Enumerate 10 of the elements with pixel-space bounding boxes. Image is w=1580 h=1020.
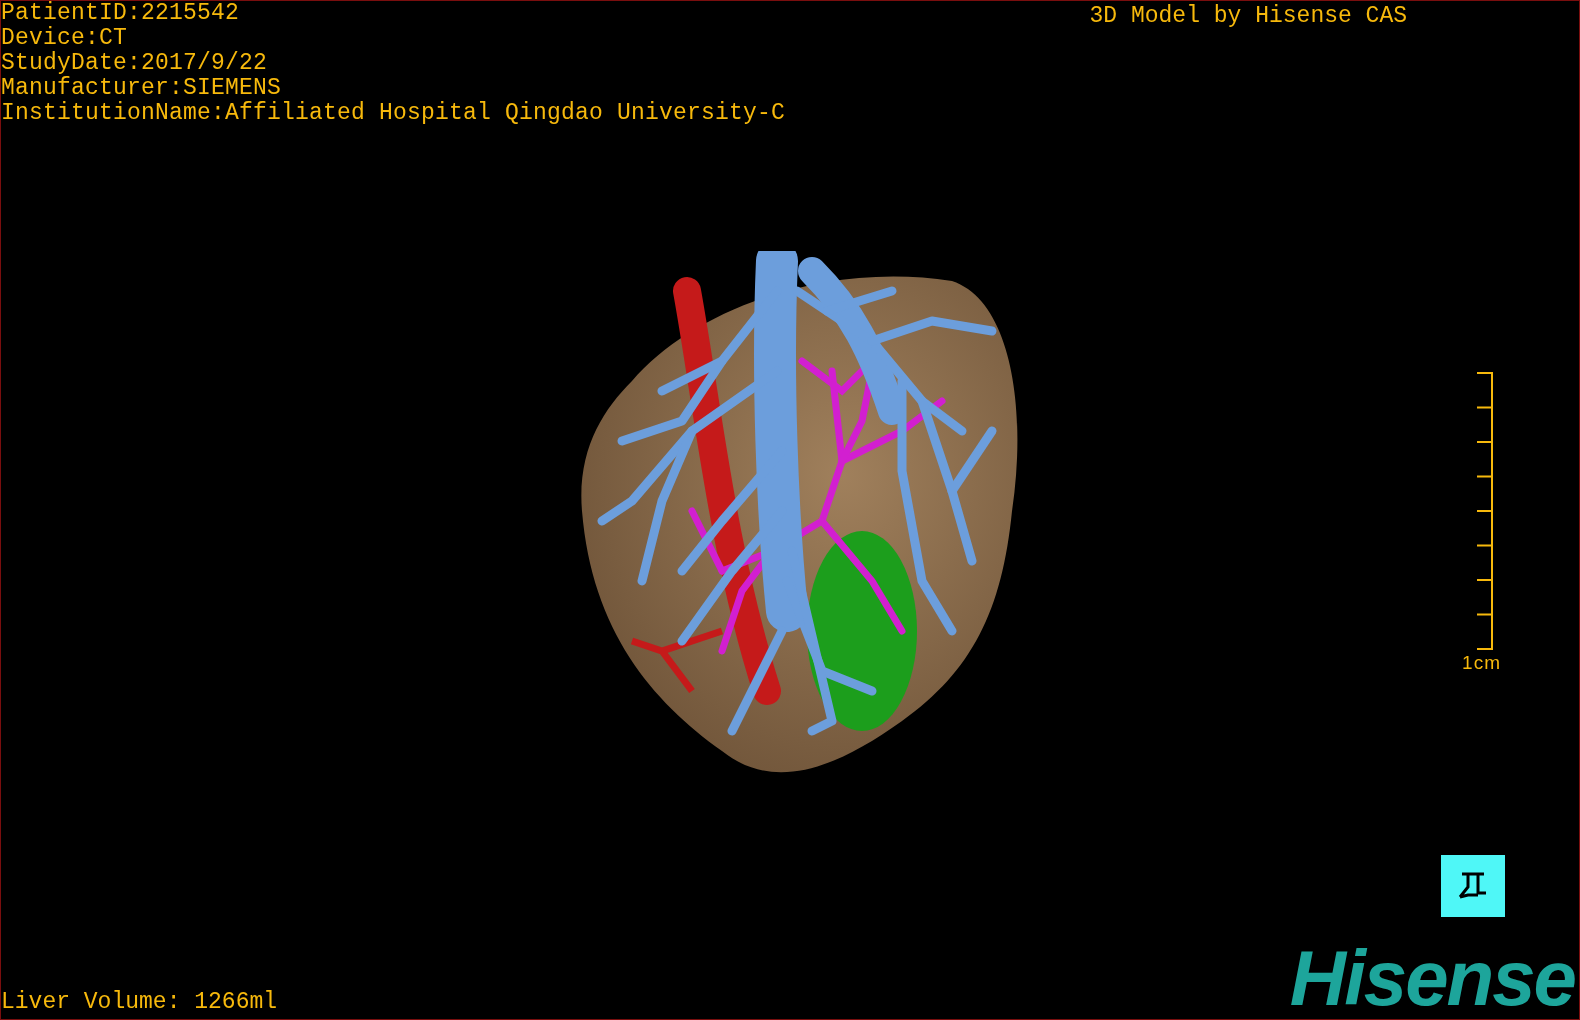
model-credit: 3D Model by Hisense CAS	[1089, 4, 1407, 29]
view-button[interactable]	[1441, 855, 1505, 917]
brand-logo: Hisense	[1289, 943, 1575, 1013]
info-text: InstitutionName:Affiliated Hospital Qingdao University-C	[1, 101, 786, 126]
info-text: Manufacturer:SIEMENS	[1, 76, 283, 101]
info-text: PatientID:2215542	[1, 1, 241, 26]
info-text: Device:CT	[1, 26, 129, 51]
info-text: StudyDate:2017/9/22	[1, 51, 269, 76]
liver-volume: Liver Volume: 1266ml	[1, 990, 278, 1015]
scale-label: 1cm	[1462, 652, 1501, 673]
